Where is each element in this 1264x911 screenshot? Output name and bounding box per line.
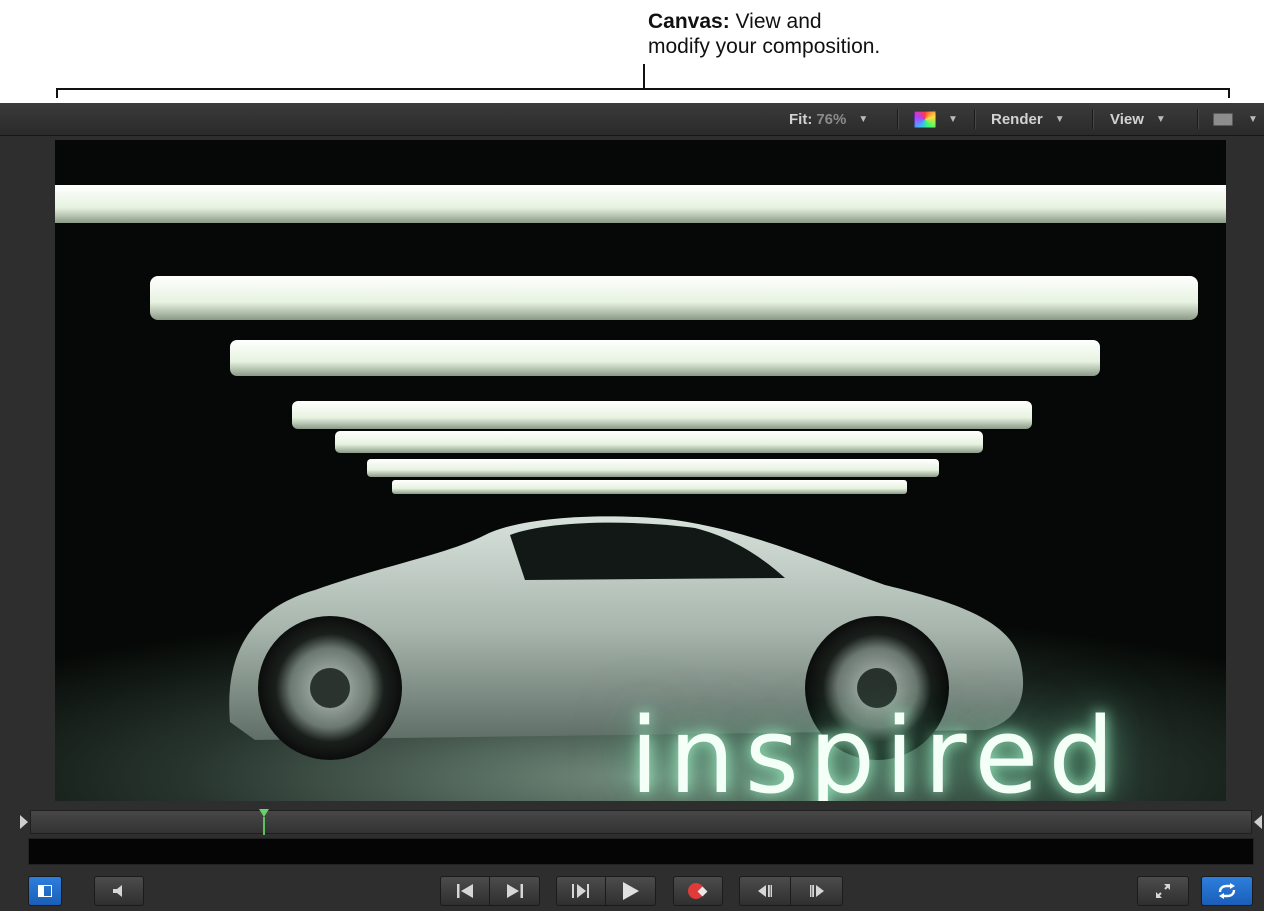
playhead[interactable] [259, 809, 269, 835]
loop-icon [1218, 883, 1236, 899]
audio-button[interactable] [94, 876, 144, 906]
transport-controls [0, 873, 1264, 911]
view-layout-popup[interactable]: ▼ [1213, 103, 1258, 135]
playhead-line [263, 817, 265, 835]
play-button[interactable] [606, 876, 656, 906]
toolbar-divider [974, 109, 975, 129]
next-frame-icon [809, 885, 824, 897]
previous-frame-icon [758, 885, 772, 897]
play-icon [622, 882, 639, 900]
title-text-layer[interactable]: inspired [630, 695, 1124, 801]
chevron-down-icon: ▼ [858, 113, 869, 125]
fit-zoom-popup[interactable]: Fit: 76% ▼ [789, 103, 868, 135]
view-layout-icon [1213, 112, 1233, 126]
chevron-down-icon: ▼ [1054, 113, 1065, 125]
callout-line2: modify your composition. [648, 35, 881, 58]
audio-icon [113, 885, 122, 897]
mini-timeline-ruler[interactable] [30, 810, 1252, 834]
play-range-out-marker[interactable] [1254, 815, 1262, 829]
channels-popup[interactable]: ▼ [914, 103, 958, 135]
play-group [556, 876, 656, 906]
render-label: Render [991, 110, 1043, 128]
render-popup[interactable]: Render ▼ [991, 103, 1065, 135]
chevron-down-icon: ▼ [1155, 113, 1166, 125]
toolbar-divider [897, 109, 898, 129]
record-button[interactable] [673, 876, 723, 906]
next-frame-button[interactable] [791, 876, 843, 906]
callout-title: Canvas: [648, 10, 730, 33]
toolbar-divider [1092, 109, 1093, 129]
canvas-window: Fit: 76% ▼ ▼ Render ▼ View ▼ ▼ inspired [0, 103, 1264, 911]
show-hide-panel-button[interactable] [28, 876, 62, 906]
view-popup[interactable]: View ▼ [1110, 103, 1166, 135]
canvas-toolbar: Fit: 76% ▼ ▼ Render ▼ View ▼ ▼ [0, 103, 1264, 136]
fullscreen-icon [1156, 884, 1170, 898]
toolbar-divider [1197, 109, 1198, 129]
show-hide-panel-icon [38, 885, 52, 897]
canvas-callout: Canvas: View and modify your composition… [648, 9, 880, 59]
callout-bracket [56, 88, 1230, 98]
chevron-down-icon: ▼ [948, 113, 958, 125]
play-from-start-button[interactable] [556, 876, 606, 906]
previous-frame-button[interactable] [739, 876, 791, 906]
fit-label: Fit: [789, 110, 813, 128]
fit-value: 76% [816, 110, 847, 128]
playhead-handle-icon [259, 809, 269, 817]
view-label: View [1110, 110, 1144, 128]
frame-step-group [739, 876, 843, 906]
callout-pointer [643, 64, 645, 89]
canvas-viewer[interactable]: inspired [55, 140, 1226, 801]
color-channels-icon [914, 110, 936, 128]
play-from-start-icon [572, 884, 589, 898]
go-to-start-icon [457, 884, 473, 898]
play-range-in-marker[interactable] [20, 815, 28, 829]
go-to-start-button[interactable] [440, 876, 490, 906]
fullscreen-button[interactable] [1137, 876, 1189, 906]
chevron-down-icon: ▼ [1248, 113, 1258, 125]
go-to-group [440, 876, 540, 906]
mini-timeline-track[interactable] [28, 838, 1254, 865]
loop-button[interactable] [1201, 876, 1253, 906]
go-to-end-icon [506, 884, 523, 898]
record-icon [688, 883, 708, 899]
go-to-end-button[interactable] [490, 876, 540, 906]
callout-line1: View and [735, 10, 822, 33]
